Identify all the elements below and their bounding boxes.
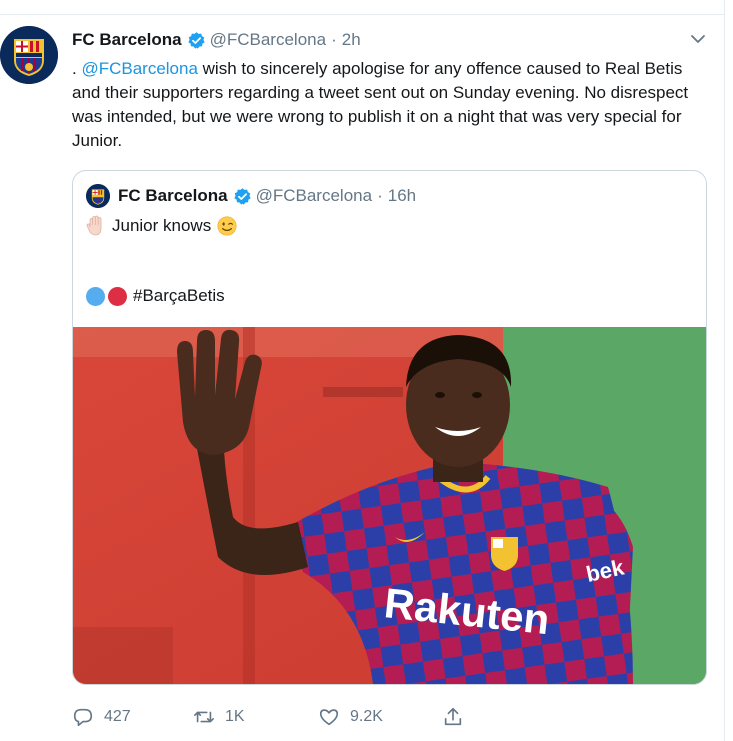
quoted-tweet-card[interactable]: FC Barcelona @FCBarcelona · 16h Junior k…: [72, 170, 707, 685]
quoted-tweet-header: FC Barcelona @FCBarcelona · 16h: [118, 184, 416, 208]
quoted-header-separator: ·: [377, 186, 383, 205]
header-separator: ·: [331, 30, 337, 49]
quoted-author-name: FC Barcelona: [118, 186, 228, 205]
tweet-header: FC Barcelona @FCBarcelona · 2h: [72, 28, 361, 52]
tweet-action-bar: 427 1K 9.2K: [72, 704, 492, 730]
quoted-tweet-text: Junior knows: [112, 216, 212, 235]
quoted-tweet-photo[interactable]: Rakuten bek: [73, 327, 706, 684]
winking-face-emoji-icon: [217, 216, 237, 236]
retweet-button[interactable]: 1K: [193, 704, 245, 730]
quoted-tweet-hashtag-line: #BarçaBetis: [86, 286, 225, 306]
fcb-crest-icon: [0, 26, 58, 84]
blue-circle-emoji-icon: [86, 286, 105, 306]
player-waving-photo: Rakuten bek: [73, 327, 706, 684]
retweet-count: 1K: [225, 708, 245, 725]
reply-count: 427: [104, 708, 131, 725]
red-circle-emoji-icon: [108, 286, 127, 306]
chevron-down-icon[interactable]: [690, 32, 706, 46]
share-button[interactable]: [442, 704, 464, 730]
author-handle[interactable]: @FCBarcelona: [210, 30, 326, 50]
reply-icon: [73, 708, 93, 727]
heart-icon: [319, 709, 339, 726]
tweet-text: . @FCBarcelona wish to sincerely apologi…: [72, 57, 712, 153]
retweet-icon: [194, 711, 214, 723]
author-name[interactable]: FC Barcelona: [72, 30, 182, 50]
quoted-author-avatar[interactable]: [86, 184, 110, 208]
mention-link[interactable]: @FCBarcelona: [81, 59, 197, 78]
verified-badge-icon: [187, 31, 205, 49]
quoted-tweet-timestamp: 16h: [387, 186, 417, 205]
fcb-crest-icon: [86, 184, 110, 208]
verified-badge-icon: [233, 187, 251, 205]
quoted-tweet-line-1: Junior knows: [86, 215, 237, 237]
like-count: 9.2K: [350, 708, 383, 725]
author-avatar[interactable]: [0, 26, 58, 84]
share-icon: [444, 707, 462, 726]
raised-hand-emoji-icon: [86, 215, 102, 236]
timeline-top-border: [0, 0, 724, 15]
reply-button[interactable]: 427: [72, 704, 131, 730]
timeline-right-border: [724, 0, 725, 741]
quoted-tweet-hashtag: #BarçaBetis: [133, 286, 225, 305]
like-button[interactable]: 9.2K: [318, 704, 383, 730]
tweet-timestamp[interactable]: 2h: [342, 30, 361, 50]
quoted-author-handle: @FCBarcelona: [255, 186, 373, 205]
